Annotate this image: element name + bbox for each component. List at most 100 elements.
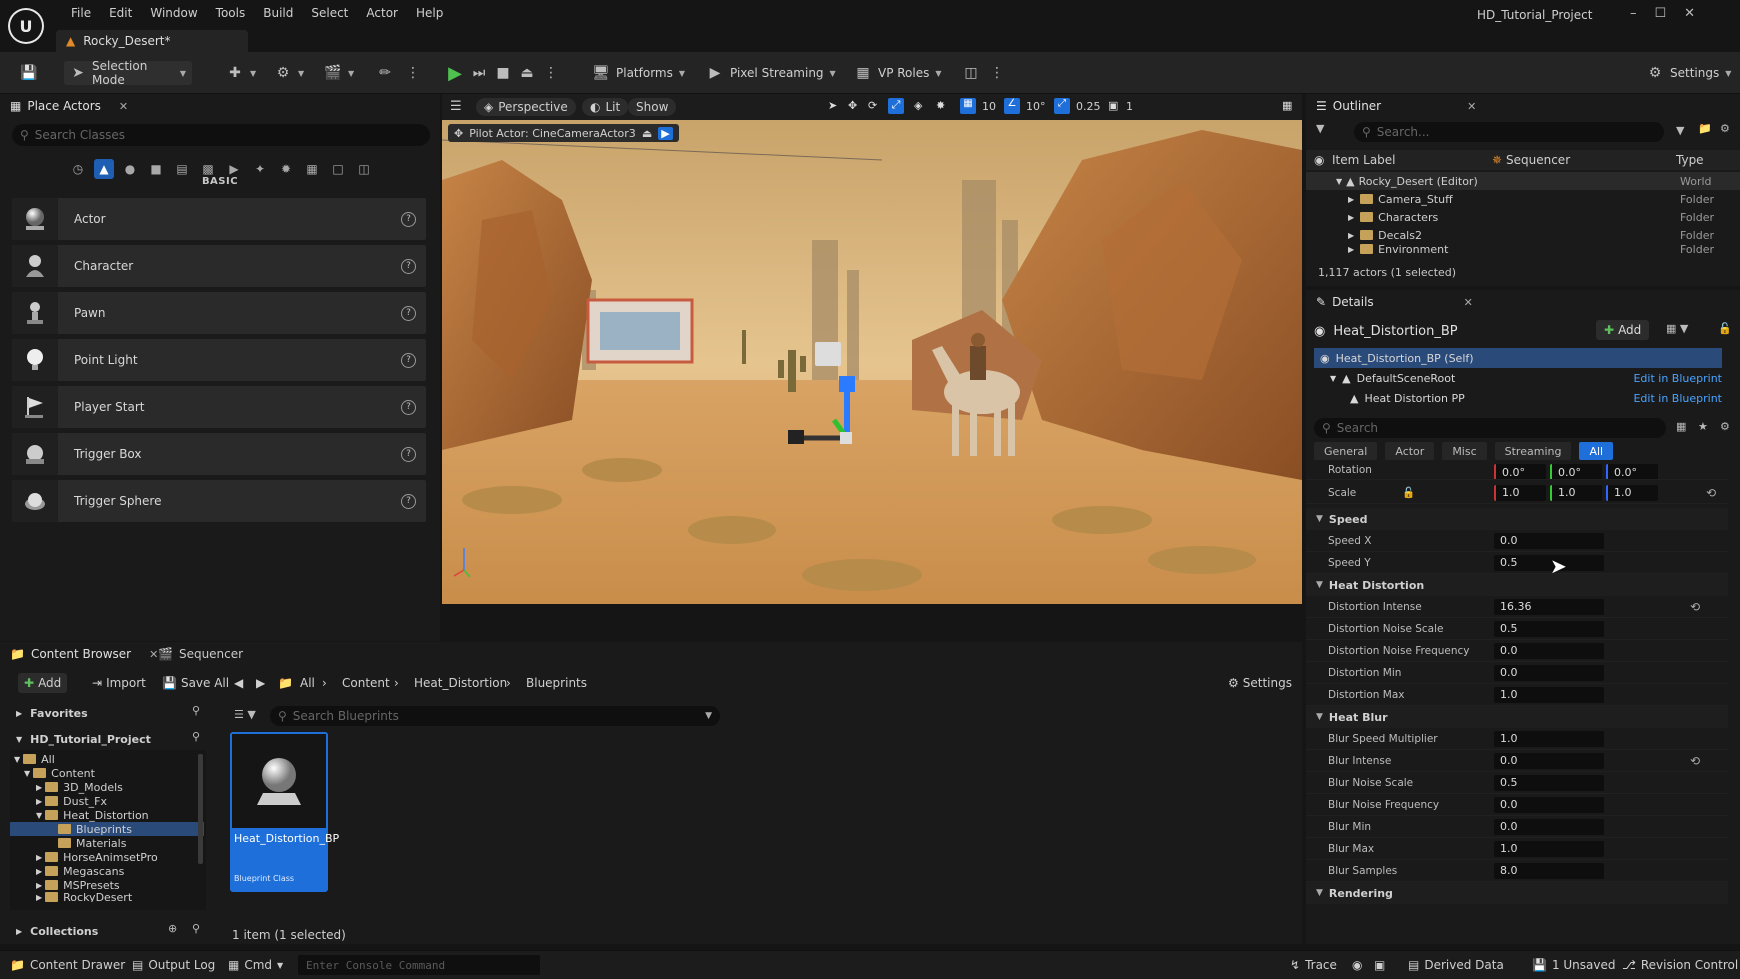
minimize-icon[interactable]: – — [1630, 6, 1637, 21]
trace-button[interactable]: ↯ Trace — [1290, 958, 1337, 972]
search-icon[interactable]: ⚲ — [192, 922, 200, 935]
content-drawer-button[interactable]: 📁 Content Drawer — [10, 958, 125, 972]
filter-icon[interactable]: ☰ ▼ — [234, 708, 256, 721]
play-options-icon[interactable]: ⋮ — [536, 61, 566, 85]
scale-snap-value[interactable]: 0.25 — [1076, 100, 1101, 113]
help-icon[interactable]: ? — [401, 399, 416, 415]
save-icon[interactable]: 💾 — [14, 61, 44, 85]
actor-item-trigger-sphere[interactable]: Trigger Sphere ? — [12, 480, 426, 522]
pixel-streaming-dropdown[interactable]: ▶ Pixel Streaming ▼ — [700, 61, 842, 85]
new-folder-icon[interactable]: 📁 — [1698, 122, 1712, 135]
edit-in-blueprint-link[interactable]: Edit in Blueprint — [1633, 372, 1722, 385]
help-icon[interactable]: ? — [401, 211, 416, 227]
scale-snap-icon[interactable]: ⤢ — [1054, 98, 1070, 114]
component-self[interactable]: ◉ Heat_Distortion_BP (Self) — [1314, 348, 1722, 368]
component-heat-distortion-pp[interactable]: ▲ Heat Distortion PP Edit in Blueprint — [1314, 388, 1722, 408]
scale-icon[interactable]: ⤢ — [888, 98, 904, 114]
tab-streaming[interactable]: Streaming — [1494, 442, 1572, 460]
record-icon[interactable]: ◉ — [1352, 958, 1362, 972]
unsaved-button[interactable]: 💾 1 Unsaved — [1532, 958, 1616, 972]
tree-item[interactable]: ▶ HorseAnimsetPro — [36, 850, 158, 864]
gear-icon[interactable]: ⚙ — [1720, 122, 1730, 135]
add-component-button[interactable]: ✚ Add — [1596, 320, 1650, 340]
tree-item[interactable]: ▶ Megascans — [36, 864, 124, 878]
prop-value[interactable]: 0.5 — [1494, 774, 1604, 791]
lock-icon[interactable]: 🔓 — [1718, 322, 1732, 335]
outliner-tab[interactable]: ☰ Outliner ✕ — [1308, 94, 1484, 118]
tree-item[interactable]: ▶ Dust_Fx — [36, 794, 107, 808]
scale-label[interactable]: Scale — [1328, 487, 1356, 499]
vp-roles-dropdown[interactable]: ▦ VP Roles ▼ — [848, 61, 948, 85]
revision-control-button[interactable]: ⎇ Revision Control — [1622, 958, 1738, 972]
import-button[interactable]: ⇥ Import — [86, 673, 152, 693]
help-icon[interactable]: ? — [401, 446, 416, 462]
menu-select[interactable]: Select — [302, 4, 357, 22]
grid-snap-icon[interactable]: ▦ — [960, 98, 976, 114]
selection-mode-dropdown[interactable]: ➤ Selection Mode ▼ — [64, 59, 192, 87]
prop-value[interactable]: 1.0 — [1494, 730, 1604, 747]
rotation-label[interactable]: Rotation — [1328, 464, 1372, 476]
toolbar-more-icon[interactable]: ⋮ — [982, 61, 1012, 85]
breadcrumb-content[interactable]: Content — [342, 676, 390, 690]
prop-value[interactable]: 0.0 — [1494, 532, 1604, 549]
rotation-y[interactable]: 0.0° — [1550, 464, 1602, 479]
scale-y[interactable]: 1.0 — [1550, 484, 1602, 501]
search-icon[interactable]: ⚲ — [192, 704, 200, 717]
section-speed[interactable]: ▼ Speed — [1306, 508, 1728, 530]
lit-button[interactable]: ◐ Lit — [582, 98, 629, 116]
screenshot-icon[interactable]: ▣ — [1374, 958, 1385, 972]
folder-icon[interactable]: 📁 — [278, 676, 293, 690]
level-viewport[interactable]: ☰ ◈ Perspective ◐ Lit Show ➤ ✥ ⟳ ⤢ ◈ ✸ ▦… — [442, 94, 1302, 638]
tab-misc[interactable]: Misc — [1442, 442, 1487, 460]
help-icon[interactable]: ? — [401, 352, 416, 368]
rotation-snap-value[interactable]: 10° — [1026, 100, 1046, 113]
level-tab[interactable]: ▲ Rocky_Desert* — [56, 30, 248, 52]
sequencer-tab[interactable]: 🎬 Sequencer — [150, 642, 251, 666]
help-icon[interactable]: ? — [401, 258, 416, 274]
unreal-logo-icon[interactable]: U — [8, 8, 44, 44]
reset-icon[interactable]: ⟲ — [1690, 600, 1700, 614]
prop-value[interactable]: 8.0 — [1494, 862, 1604, 879]
menu-window[interactable]: Window — [141, 4, 206, 22]
add-content-icon[interactable]: ✚ ▼ — [220, 61, 262, 85]
prop-value[interactable]: 0.0 — [1494, 664, 1604, 681]
project-header[interactable]: ▼ HD_Tutorial_Project — [16, 732, 151, 746]
section-rendering[interactable]: ▼ Rendering — [1306, 882, 1728, 904]
tree-item[interactable]: ▼ Content — [24, 766, 95, 780]
menu-actor[interactable]: Actor — [357, 4, 407, 22]
prop-value[interactable]: 0.5 — [1494, 554, 1604, 571]
tree-item[interactable]: ▼ Heat_Distortion — [36, 808, 149, 822]
tab-general[interactable]: General — [1314, 442, 1378, 460]
section-heat-distortion[interactable]: ▼ Heat Distortion — [1306, 574, 1728, 596]
search-blueprints-input[interactable]: ⚲ Search Blueprints ▼ — [270, 706, 720, 726]
camera-speed-icon[interactable]: ▣ — [1108, 99, 1118, 112]
tree-item[interactable]: ▶ RockyDesert — [36, 892, 132, 902]
more-options-icon[interactable]: ⋮ — [398, 61, 428, 85]
rotation-z[interactable]: 0.0° — [1606, 464, 1658, 479]
rotation-snap-icon[interactable]: ∠ — [1004, 98, 1020, 114]
breadcrumb-blueprints[interactable]: Blueprints — [526, 676, 587, 690]
lock-icon[interactable]: 🔓 — [1402, 486, 1415, 499]
cinematics-icon[interactable]: 🎬 ▼ — [318, 61, 360, 85]
blueprint-options-icon[interactable]: ▦ ▼ — [1666, 322, 1688, 335]
section-heat-blur[interactable]: ▼ Heat Blur — [1306, 706, 1728, 728]
show-button[interactable]: Show — [628, 98, 677, 116]
col-item-label[interactable]: Item Label — [1332, 153, 1396, 167]
tree-item[interactable]: ▼ All — [14, 752, 55, 766]
prop-value[interactable]: 16.36 — [1494, 598, 1604, 615]
search-classes-input[interactable]: ⚲ Search Classes — [12, 124, 430, 146]
component-defaultsceneroot[interactable]: ▼ ▲ DefaultSceneRoot Edit in Blueprint — [1314, 368, 1722, 388]
outliner-row[interactable]: ▶ Characters Folder — [1306, 208, 1740, 226]
translate-icon[interactable]: ✥ — [848, 99, 857, 112]
tree-item[interactable]: ▶ 3D_Models — [36, 780, 123, 794]
outliner-search-input[interactable]: ⚲ Search... — [1354, 122, 1664, 142]
prop-value[interactable]: 0.0 — [1494, 818, 1604, 835]
tab-actor[interactable]: Actor — [1385, 442, 1435, 460]
outliner-row[interactable]: ▶ Camera_Stuff Folder — [1306, 190, 1740, 208]
actor-item-pawn[interactable]: Pawn ? — [12, 292, 426, 334]
help-icon[interactable]: ? — [401, 493, 416, 509]
tree-item-selected[interactable]: Blueprints — [10, 822, 204, 836]
menu-file[interactable]: File — [62, 4, 100, 22]
menu-tools[interactable]: Tools — [207, 4, 255, 22]
actor-item-point-light[interactable]: Point Light ? — [12, 339, 426, 381]
